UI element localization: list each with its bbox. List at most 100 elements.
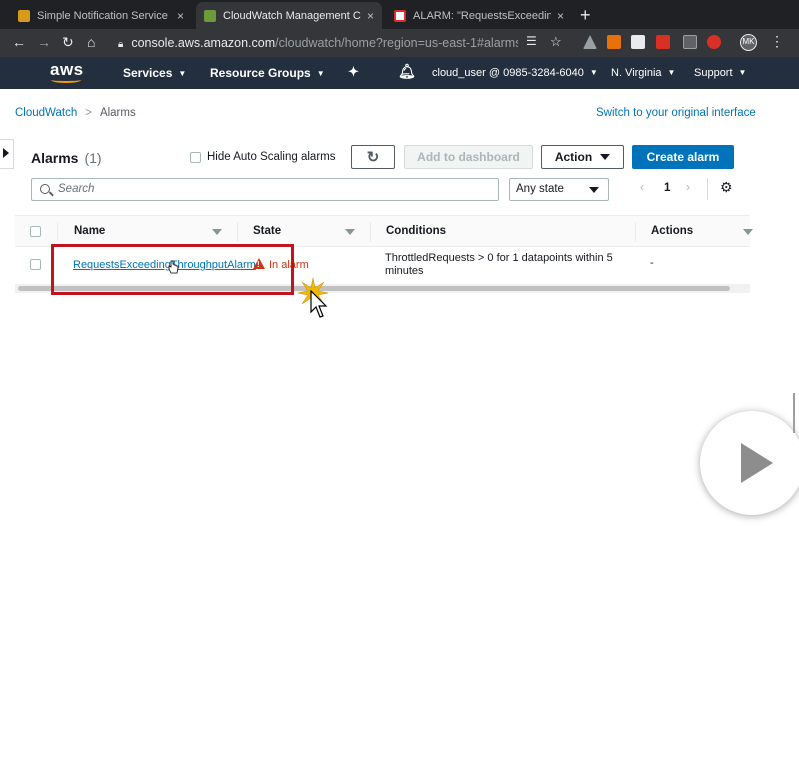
- extension-doc-icon[interactable]: [683, 35, 697, 49]
- hide-autoscaling-label: Hide Auto Scaling alarms: [207, 151, 336, 163]
- cloudwatch-favicon-icon: [204, 9, 216, 22]
- alarm-count: (1): [84, 150, 102, 166]
- browser-toolbar: ← → ↻ ⌂ 🔒︎ console.aws.amazon.com/cloudwa…: [0, 29, 799, 57]
- state-filter-select[interactable]: Any state: [509, 178, 609, 201]
- breadcrumb-cloudwatch[interactable]: CloudWatch: [15, 107, 77, 119]
- tab-simple-notification-service[interactable]: Simple Notification Service ×: [10, 2, 192, 29]
- tab-close-icon[interactable]: ×: [177, 9, 184, 23]
- back-arrow-icon[interactable]: ←: [12, 34, 26, 50]
- home-icon[interactable]: ⌂: [87, 34, 95, 50]
- bell-icon[interactable]: 🔔︎: [398, 63, 416, 80]
- chevron-down-icon: ▼: [738, 68, 747, 77]
- tab-cloudwatch[interactable]: CloudWatch Management Con ×: [196, 2, 382, 29]
- column-header-conditions[interactable]: Conditions: [386, 225, 446, 237]
- gmail-favicon-icon: [394, 9, 406, 22]
- pin-icon[interactable]: ✦: [348, 64, 359, 80]
- extension-cube-icon[interactable]: [607, 35, 621, 49]
- sns-favicon-icon: [18, 9, 30, 22]
- url-host: console.aws.amazon.com: [131, 36, 276, 50]
- gear-icon[interactable]: ⚙: [720, 179, 733, 196]
- forward-arrow-icon[interactable]: →: [37, 34, 51, 50]
- add-to-dashboard-button[interactable]: Add to dashboard: [404, 145, 533, 169]
- caret-right-icon: [3, 148, 9, 158]
- region-menu[interactable]: N. Virginia ▼: [611, 67, 675, 79]
- breadcrumb: CloudWatch > Alarms: [15, 107, 136, 119]
- chevron-down-icon: ▼: [178, 69, 187, 78]
- hide-autoscaling-checkbox[interactable]: [190, 152, 201, 163]
- video-play-button[interactable]: [700, 411, 799, 515]
- sort-caret-icon[interactable]: [212, 229, 222, 235]
- column-divider: [57, 222, 58, 242]
- account-label: cloud_user @ 0985-3284-6040: [432, 67, 584, 79]
- url-bar[interactable]: 🔒︎ console.aws.amazon.com/cloudwatch/home…: [108, 32, 518, 54]
- search-icon: [40, 184, 50, 194]
- search-input[interactable]: Search: [31, 178, 499, 201]
- extension-drive-icon[interactable]: [583, 35, 597, 49]
- breadcrumb-separator: >: [85, 107, 92, 119]
- row-checkbox[interactable]: [30, 259, 41, 270]
- caret-down-icon: [589, 187, 599, 193]
- column-header-actions[interactable]: Actions: [651, 225, 693, 237]
- support-menu[interactable]: Support ▼: [694, 67, 746, 79]
- tab-title: Simple Notification Service: [37, 9, 168, 22]
- hand-pointer-icon: [168, 260, 179, 274]
- services-menu[interactable]: Services ▼: [123, 66, 186, 80]
- caret-down-icon: [600, 154, 611, 160]
- browser-menu-icon[interactable]: ⋮: [770, 33, 784, 50]
- search-placeholder: Search: [58, 183, 95, 195]
- extension-square-icon[interactable]: [631, 35, 645, 49]
- resource-groups-menu[interactable]: Resource Groups ▼: [210, 66, 325, 80]
- page-scrollbar[interactable]: [793, 393, 795, 433]
- table-header: Name State Conditions Actions: [15, 215, 753, 247]
- column-divider: [635, 222, 636, 242]
- create-alarm-label: Create alarm: [646, 150, 720, 164]
- chevron-down-icon: ▼: [667, 68, 676, 77]
- tab-close-icon[interactable]: ×: [557, 9, 564, 23]
- sort-caret-icon[interactable]: [345, 229, 355, 235]
- page-prev-icon[interactable]: ‹: [640, 180, 644, 194]
- tab-title: ALARM: "RequestsExceeding: [413, 9, 551, 22]
- aws-console-nav: aws Services ▼ Resource Groups ▼ ✦ 🔔︎ clou…: [0, 57, 799, 89]
- column-divider: [370, 222, 371, 242]
- url-path: /cloudwatch/home?region=us-east-1#alarms…: [275, 36, 518, 50]
- bookmark-star-icon[interactable]: ☆: [550, 34, 562, 50]
- support-label: Support: [694, 67, 733, 79]
- alarm-conditions: ThrottledRequests > 0 for 1 datapoints w…: [385, 252, 613, 277]
- extension-image-icon[interactable]: [656, 35, 670, 49]
- services-label: Services: [123, 66, 173, 80]
- aws-logo[interactable]: aws: [50, 60, 84, 83]
- chevron-down-icon: ▼: [316, 69, 325, 78]
- tab-close-icon[interactable]: ×: [367, 9, 374, 23]
- breadcrumb-alarms: Alarms: [99, 107, 136, 119]
- switch-interface-link[interactable]: Switch to your original interface: [596, 107, 756, 119]
- divider: [707, 178, 708, 200]
- browser-tab-strip: Simple Notification Service × CloudWatch…: [0, 0, 799, 29]
- account-menu[interactable]: cloud_user @ 0985-3284-6040 ▼: [432, 67, 598, 79]
- side-nav-toggle[interactable]: [0, 139, 14, 169]
- add-to-dashboard-label: Add to dashboard: [417, 150, 520, 164]
- tab-title: CloudWatch Management Con: [223, 9, 361, 22]
- page-number[interactable]: 1: [664, 182, 670, 194]
- refresh-icon: ↻: [366, 149, 380, 166]
- column-header-name[interactable]: Name: [74, 225, 105, 237]
- action-label: Action: [554, 150, 593, 164]
- tab-alarm-email[interactable]: ALARM: "RequestsExceeding ×: [386, 2, 572, 29]
- reader-mode-icon[interactable]: ☰: [526, 34, 537, 48]
- page-next-icon[interactable]: ›: [686, 180, 690, 194]
- refresh-button[interactable]: ↻: [351, 145, 395, 169]
- column-header-state[interactable]: State: [253, 225, 281, 237]
- create-alarm-button[interactable]: Create alarm: [632, 145, 734, 169]
- region-label: N. Virginia: [611, 67, 662, 79]
- sort-caret-icon[interactable]: [743, 229, 753, 235]
- select-all-checkbox[interactable]: [30, 226, 41, 237]
- alarm-actions: -: [650, 257, 654, 269]
- profile-avatar[interactable]: MK: [740, 34, 757, 51]
- alarms-title: Alarms: [31, 150, 79, 166]
- action-dropdown-button[interactable]: Action: [541, 145, 624, 169]
- new-tab-button[interactable]: +: [580, 5, 591, 26]
- extension-shield-icon[interactable]: [707, 35, 721, 49]
- column-divider: [237, 222, 238, 242]
- resource-groups-label: Resource Groups: [210, 66, 311, 80]
- state-filter-value: Any state: [516, 183, 564, 195]
- reload-icon[interactable]: ↻: [62, 34, 74, 51]
